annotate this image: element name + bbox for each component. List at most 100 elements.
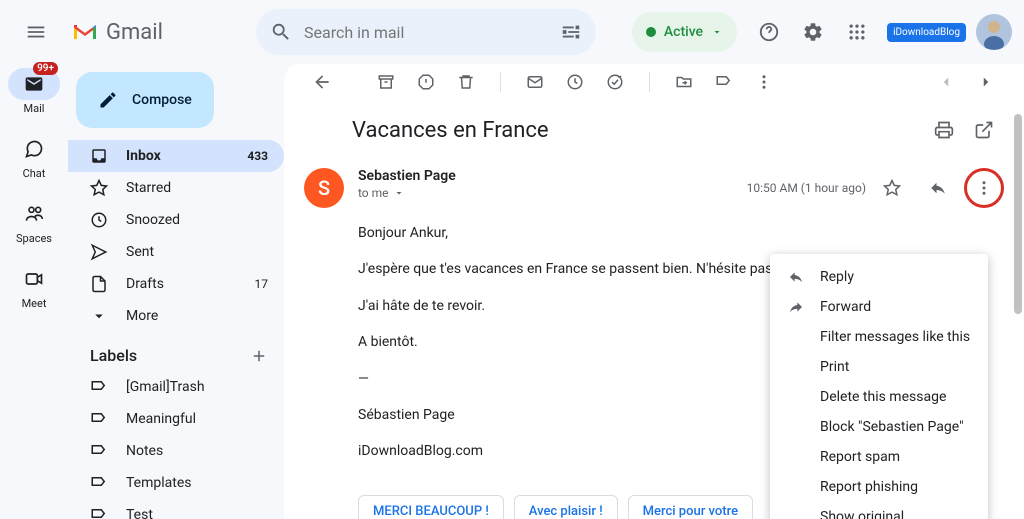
menu-filter[interactable]: Filter messages like this <box>770 322 988 352</box>
move-to-button[interactable] <box>666 64 702 100</box>
recipient-line[interactable]: to me <box>358 186 733 200</box>
tune-icon[interactable] <box>560 21 582 43</box>
drafts-icon <box>90 275 108 293</box>
label-item[interactable]: Meaningful <box>68 403 284 435</box>
plus-icon[interactable] <box>250 347 268 365</box>
clock-icon <box>90 211 108 229</box>
smart-reply-button[interactable]: Avec plaisir ! <box>514 495 618 519</box>
star-icon <box>883 179 901 197</box>
star-icon <box>90 179 108 197</box>
help-button[interactable] <box>749 12 789 52</box>
label-icon <box>90 442 108 460</box>
archive-button[interactable] <box>368 64 404 100</box>
nav-drafts[interactable]: Drafts 17 <box>68 268 284 300</box>
nav-starred[interactable]: Starred <box>68 172 284 204</box>
nav-snoozed[interactable]: Snoozed <box>68 204 284 236</box>
nav-label: Snoozed <box>126 212 180 228</box>
open-new-window-button[interactable] <box>964 110 1004 150</box>
caret-down-icon <box>711 26 723 38</box>
profile-avatar[interactable] <box>976 14 1012 50</box>
menu-report-phishing[interactable]: Report phishing <box>770 472 988 502</box>
menu-label: Print <box>820 359 849 375</box>
settings-button[interactable] <box>793 12 833 52</box>
more-vert-icon <box>975 179 993 197</box>
print-button[interactable] <box>924 110 964 150</box>
label-icon <box>90 474 108 492</box>
menu-report-spam[interactable]: Report spam <box>770 442 988 472</box>
compose-button[interactable]: Compose <box>76 72 214 128</box>
status-dot-icon <box>646 27 656 37</box>
pencil-icon <box>98 90 118 110</box>
nav-label: Drafts <box>126 276 164 292</box>
gmail-logo[interactable]: Gmail <box>68 20 248 45</box>
more-button[interactable] <box>746 64 782 100</box>
main-menu-button[interactable] <box>12 8 60 56</box>
nav-label: More <box>126 308 158 324</box>
menu-print[interactable]: Print <box>770 352 988 382</box>
menu-show-original[interactable]: Show original <box>770 502 988 519</box>
star-message-button[interactable] <box>872 168 912 208</box>
label-text: Test <box>126 507 153 519</box>
app-header: Gmail Active iDownloadBlog <box>0 0 1024 64</box>
search-bar[interactable] <box>256 9 596 55</box>
nav-more[interactable]: More <box>68 300 284 332</box>
nav-sent[interactable]: Sent <box>68 236 284 268</box>
label-text: Notes <box>126 443 163 459</box>
reply-icon <box>929 179 947 197</box>
labels-button[interactable] <box>706 64 742 100</box>
mail-badge: 99+ <box>33 62 58 75</box>
back-button[interactable] <box>304 64 340 100</box>
add-task-button[interactable] <box>597 64 633 100</box>
status-pill[interactable]: Active <box>632 12 737 52</box>
nav-inbox[interactable]: Inbox 433 <box>68 140 284 172</box>
rail-mail[interactable]: 99+ Mail <box>8 68 60 115</box>
main-panel: Vacances en France S Sebastien Page to m… <box>284 64 1024 519</box>
rail-spaces[interactable]: Spaces <box>8 198 60 245</box>
separator <box>649 72 650 92</box>
older-button[interactable] <box>928 64 964 100</box>
labels-title: Labels <box>90 346 137 365</box>
message-more-button[interactable] <box>964 168 1004 208</box>
quick-reply-button[interactable] <box>918 168 958 208</box>
more-vert-icon <box>755 73 773 91</box>
nav-count: 17 <box>255 277 269 291</box>
mark-unread-button[interactable] <box>517 64 553 100</box>
report-spam-button[interactable] <box>408 64 444 100</box>
apps-button[interactable] <box>837 12 877 52</box>
rail-meet[interactable]: Meet <box>8 263 60 310</box>
menu-delete[interactable]: Delete this message <box>770 382 988 412</box>
label-item[interactable]: Notes <box>68 435 284 467</box>
account-badge[interactable]: iDownloadBlog <box>887 23 966 42</box>
menu-forward[interactable]: Forward <box>770 292 988 322</box>
label-item[interactable]: [Gmail]Trash <box>68 371 284 403</box>
smart-reply-button[interactable]: Merci pour votre <box>628 495 753 519</box>
smart-reply-button[interactable]: MERCI BEAUCOUP ! <box>358 495 504 519</box>
body-para: Bonjour Ankur, <box>358 222 1004 244</box>
newer-button[interactable] <box>968 64 1004 100</box>
rail-label: Chat <box>23 167 46 180</box>
menu-label: Reply <box>820 269 854 285</box>
status-label: Active <box>664 24 703 40</box>
rail-chat[interactable]: Chat <box>8 133 60 180</box>
help-icon <box>758 21 780 43</box>
apps-grid-icon <box>847 22 867 42</box>
scrollbar[interactable] <box>1014 114 1022 314</box>
search-icon <box>270 21 292 43</box>
menu-label: Forward <box>820 299 871 315</box>
label-icon <box>90 378 108 396</box>
delete-button[interactable] <box>448 64 484 100</box>
label-item[interactable]: Test <box>68 499 284 519</box>
label-item[interactable]: Templates <box>68 467 284 499</box>
forward-icon <box>788 299 804 315</box>
search-input[interactable] <box>304 23 548 42</box>
label-text: Templates <box>126 475 192 491</box>
menu-reply[interactable]: Reply <box>770 262 988 292</box>
snooze-button[interactable] <box>557 64 593 100</box>
chevron-right-icon <box>977 73 995 91</box>
open-external-icon <box>974 120 994 140</box>
menu-block[interactable]: Block "Sebastien Page" <box>770 412 988 442</box>
menu-label: Filter messages like this <box>820 329 970 345</box>
message-toolbar <box>284 64 1024 100</box>
mail-icon <box>526 73 544 91</box>
spaces-icon <box>24 204 44 224</box>
